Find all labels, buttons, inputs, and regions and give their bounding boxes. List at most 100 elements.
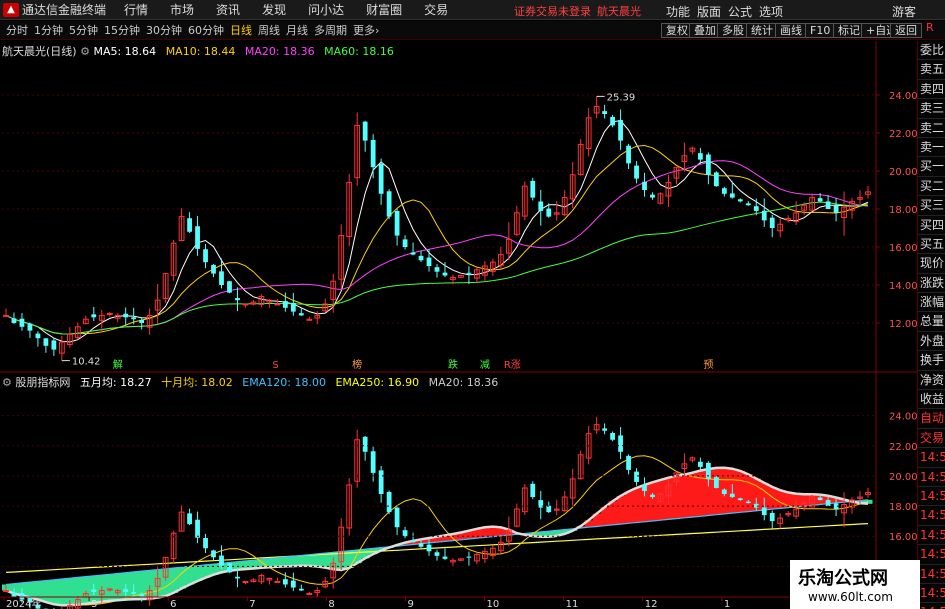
candle-body bbox=[242, 303, 249, 306]
candle-body bbox=[634, 165, 639, 179]
side-item[interactable]: 14:56 bbox=[918, 468, 945, 487]
period-15min[interactable]: 15分钟 bbox=[104, 22, 140, 38]
candle-body bbox=[227, 281, 232, 293]
quote-side-panel: R 委比 卖五 卖四 卖三 卖二 卖一 买一 买二 买三 买四 买五 现价 涨跌 涨幅 总量 外盘 换手 净资 收益… bbox=[917, 21, 945, 609]
menu-item-news[interactable]: 资讯 bbox=[216, 1, 240, 18]
menu-item-ask[interactable]: 问小达 bbox=[308, 1, 344, 18]
period-monthly[interactable]: 月线 bbox=[286, 22, 308, 38]
candle-body bbox=[123, 589, 129, 593]
period-intraday[interactable]: 分时 bbox=[6, 22, 28, 38]
y-tick-label: 24.00 bbox=[889, 91, 917, 102]
candle-body bbox=[227, 563, 232, 573]
settings-gear-icon[interactable]: ⚙ bbox=[80, 45, 90, 58]
menu-item-formula[interactable]: 公式 bbox=[728, 3, 752, 20]
side-item[interactable]: 买三 bbox=[918, 196, 945, 216]
candle-body bbox=[298, 588, 304, 591]
side-item[interactable]: 外盘 bbox=[918, 332, 945, 352]
menu-item-trade[interactable]: 交易 bbox=[424, 1, 448, 18]
side-item[interactable]: 收益 bbox=[918, 390, 945, 410]
menu-item-quotes[interactable]: 行情 bbox=[124, 1, 148, 18]
candle-body bbox=[106, 313, 113, 315]
period-30min[interactable]: 30分钟 bbox=[146, 22, 182, 38]
candle-body bbox=[713, 477, 719, 488]
candle-body bbox=[27, 323, 33, 331]
candle-body bbox=[219, 555, 224, 567]
multi-stock-button[interactable]: 多股 bbox=[717, 23, 749, 38]
side-item[interactable]: 交易 bbox=[918, 429, 945, 449]
period-60min[interactable]: 60分钟 bbox=[188, 22, 224, 38]
side-item[interactable]: 14:56 bbox=[918, 526, 945, 546]
kline-chart[interactable]: 12.00 14.00 16.00 18.00 20.00 22.00 24.00 25.3… bbox=[0, 41, 917, 609]
side-item[interactable]: 买二 bbox=[918, 177, 945, 197]
side-item[interactable]: 卖四 bbox=[918, 80, 945, 100]
candle-body bbox=[442, 272, 448, 276]
candle-body bbox=[769, 512, 775, 522]
side-item[interactable]: 买五 bbox=[918, 235, 945, 255]
menu-item-function[interactable]: 功能 bbox=[666, 3, 690, 20]
side-item[interactable]: 14:56 bbox=[918, 487, 945, 507]
side-item[interactable]: 总量 bbox=[918, 312, 945, 332]
side-item[interactable]: 买四 bbox=[918, 216, 945, 235]
candle-body bbox=[610, 116, 615, 126]
candle-body bbox=[362, 121, 368, 141]
f10-button[interactable]: F10 bbox=[805, 23, 836, 38]
side-item[interactable]: 涨跌 bbox=[918, 274, 945, 294]
candle-body bbox=[618, 119, 623, 141]
side-item[interactable]: 14:56 bbox=[918, 584, 945, 604]
candle-body bbox=[139, 594, 145, 597]
menu-item-layout[interactable]: 版面 bbox=[697, 3, 721, 20]
period-more[interactable]: 更多› bbox=[353, 22, 379, 38]
login-status-text: 证券交易未登录 bbox=[514, 5, 591, 18]
side-item[interactable]: 卖二 bbox=[918, 119, 945, 138]
candle-body bbox=[729, 493, 735, 498]
settings-gear-icon[interactable]: ⚙ bbox=[2, 376, 12, 389]
side-item[interactable]: 涨幅 bbox=[918, 293, 945, 313]
candle-body bbox=[394, 507, 400, 528]
side-item[interactable]: 自动 bbox=[918, 409, 945, 429]
candle-body bbox=[745, 203, 751, 206]
draw-button[interactable]: 画线 bbox=[775, 23, 807, 38]
side-item[interactable]: 卖三 bbox=[918, 99, 945, 119]
candle-body bbox=[203, 538, 208, 549]
y-tick-label: 18.00 bbox=[889, 502, 917, 513]
candle-body bbox=[378, 163, 384, 194]
period-1min[interactable]: 1分钟 bbox=[34, 22, 63, 38]
candle-body bbox=[825, 201, 831, 209]
menu-item-discover[interactable]: 发现 bbox=[262, 1, 286, 18]
period-multi[interactable]: 多周期 bbox=[314, 22, 347, 38]
side-item[interactable]: 买一 bbox=[918, 157, 945, 177]
app-title: 通达信金融终端 bbox=[22, 3, 107, 17]
guest-label[interactable]: 游客 bbox=[892, 3, 916, 20]
period-5min[interactable]: 5分钟 bbox=[69, 22, 98, 38]
y-tick-label: 16.00 bbox=[889, 532, 917, 543]
stats-button[interactable]: 统计 bbox=[746, 23, 778, 38]
menu-item-options[interactable]: 选项 bbox=[759, 3, 783, 20]
side-item[interactable]: 14:56 bbox=[918, 448, 945, 468]
side-item[interactable]: 14:56 bbox=[918, 603, 945, 609]
side-item[interactable]: 卖一 bbox=[918, 138, 945, 158]
side-item[interactable]: 14:56 bbox=[918, 565, 945, 584]
side-item[interactable]: 卖五 bbox=[918, 60, 945, 80]
side-item[interactable]: 14:56 bbox=[918, 545, 945, 565]
candle-body bbox=[466, 556, 472, 558]
back-button[interactable]: 返回 bbox=[890, 23, 922, 38]
low-annotation: 10.42 bbox=[72, 357, 101, 368]
x-tick-label: 10 bbox=[487, 599, 500, 609]
x-tick-label: 11 bbox=[566, 599, 579, 609]
side-item[interactable]: 14:56 bbox=[918, 506, 945, 526]
x-tick-label: 9 bbox=[407, 599, 413, 609]
side-item[interactable]: 委比 bbox=[918, 41, 945, 61]
side-item[interactable]: 换手 bbox=[918, 351, 945, 371]
side-item[interactable]: 现价 bbox=[918, 254, 945, 274]
candle-body bbox=[466, 272, 472, 274]
period-daily[interactable]: 日线 bbox=[230, 22, 252, 38]
menu-item-wealth[interactable]: 财富圈 bbox=[366, 1, 402, 18]
y-tick-label: 16.00 bbox=[889, 243, 917, 254]
candle-body bbox=[825, 500, 831, 507]
period-weekly[interactable]: 周线 bbox=[258, 22, 280, 38]
side-item[interactable]: 净资 bbox=[918, 371, 945, 391]
candle-body bbox=[91, 314, 97, 318]
menu-item-market[interactable]: 市场 bbox=[170, 1, 194, 18]
watermark-logo: 乐淘公式网 www.60lt.com bbox=[790, 560, 920, 609]
band-bar bbox=[632, 487, 642, 523]
